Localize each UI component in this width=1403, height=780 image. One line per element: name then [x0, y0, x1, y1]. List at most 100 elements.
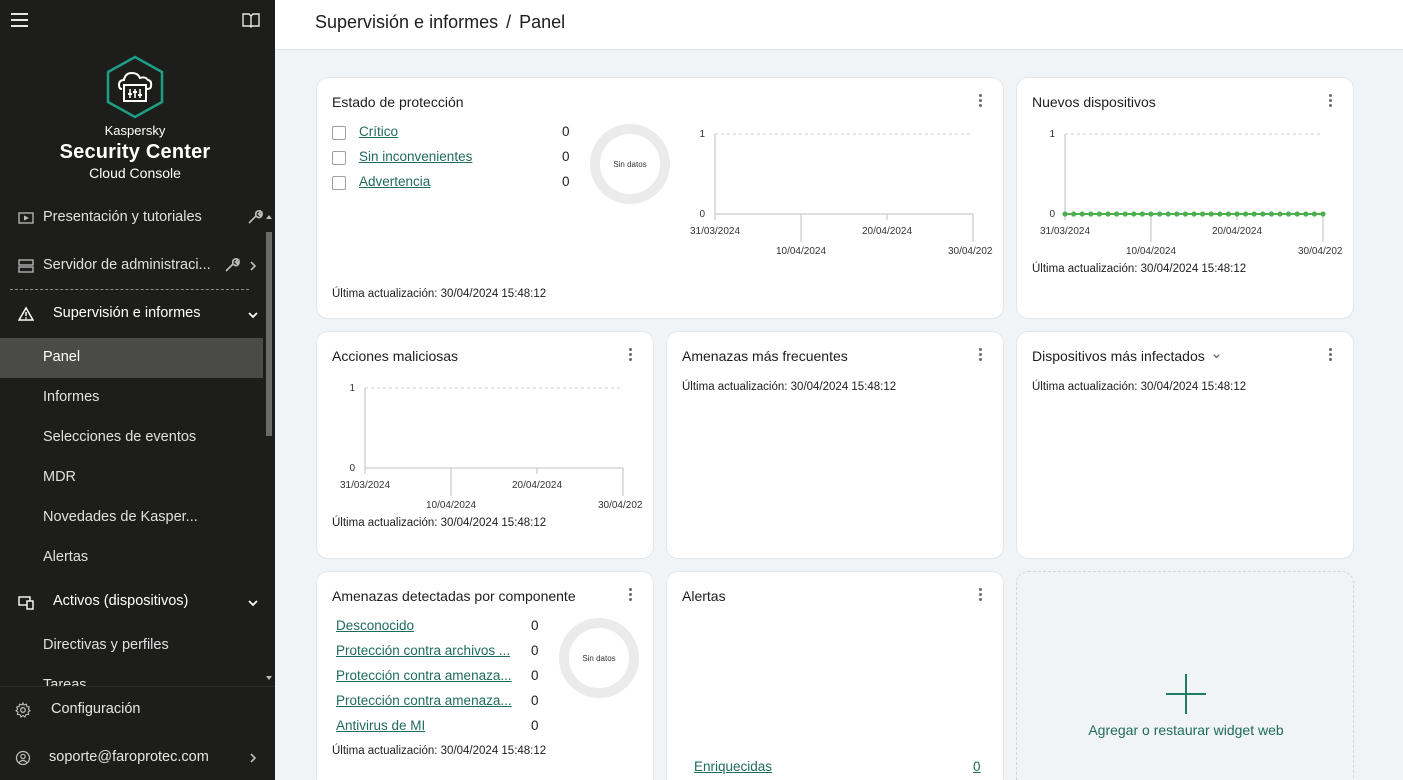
sidebar-item-tutorials[interactable]: Presentación y tutoriales	[0, 200, 263, 238]
sidebar-item-admin-server[interactable]: Servidor de administraci...	[0, 246, 263, 286]
sidebar-scrollbar[interactable]	[263, 212, 275, 686]
component-link[interactable]: Protección contra amenaza...	[336, 693, 512, 708]
protection-donut: Sin datos	[590, 124, 670, 204]
critical-link[interactable]: Crítico	[359, 124, 398, 139]
data-point	[1182, 211, 1188, 217]
more-options-icon[interactable]	[979, 94, 983, 108]
chevron-down-icon[interactable]	[247, 597, 259, 609]
component-count: 0	[531, 618, 539, 633]
widget-title: Nuevos dispositivos	[1032, 94, 1156, 110]
protection-line-chart: 0 1 31/03/2024 10/04/2024 20/04/2024 30/04/20…	[690, 129, 993, 257]
plus-icon-vertical	[1185, 674, 1187, 714]
x-tick-label: 31/03/2024	[340, 480, 390, 491]
breadcrumb-current: Panel	[519, 12, 566, 32]
more-options-icon[interactable]	[629, 348, 633, 362]
ok-checkbox[interactable]	[332, 151, 346, 165]
brand-product: Security Center	[59, 141, 211, 163]
component-link[interactable]: Desconocido	[336, 618, 414, 633]
chevron-right-icon[interactable]	[247, 752, 259, 764]
kaspersky-logo-icon	[106, 55, 164, 119]
sidebar-item-label: Presentación y tutoriales	[43, 209, 202, 225]
sidebar-item-alerts[interactable]: Alertas	[0, 538, 263, 578]
wrench-icon[interactable]	[247, 209, 263, 225]
sidebar-item-reports[interactable]: Informes	[0, 378, 263, 418]
ok-link[interactable]: Sin inconvenientes	[359, 149, 472, 164]
widget-malicious-actions: Acciones maliciosas 0 1 31/03/2024 10/04/20…	[316, 331, 654, 559]
warning-count: 0	[562, 174, 570, 189]
warning-link[interactable]: Advertencia	[359, 174, 430, 189]
sidebar-item-assets[interactable]: Activos (dispositivos)	[0, 582, 263, 622]
sidebar-item-event-selections[interactable]: Selecciones de eventos	[0, 418, 263, 458]
data-point	[1191, 211, 1197, 217]
chevron-right-icon[interactable]	[247, 260, 259, 272]
settings-item[interactable]: Configuración	[0, 690, 275, 730]
breadcrumb-separator: /	[506, 12, 512, 32]
chevron-down-icon[interactable]	[247, 309, 259, 321]
data-point	[1286, 211, 1292, 217]
x-tick-label: 20/04/2024	[512, 480, 562, 491]
add-widget-button[interactable]: Agregar o restaurar widget web	[1016, 571, 1354, 780]
sidebar-item-label: Supervisión e informes	[53, 305, 201, 321]
data-point	[1071, 211, 1077, 217]
x-tick-label: 10/04/2024	[1126, 246, 1176, 257]
sidebar-item-panel[interactable]: Panel	[0, 338, 263, 378]
data-point	[1122, 211, 1128, 217]
nav-divider	[10, 289, 249, 290]
chevron-down-icon[interactable]	[1212, 352, 1221, 361]
sidebar-top	[0, 0, 275, 40]
more-options-icon[interactable]	[979, 588, 983, 602]
sidebar-item-monitoring[interactable]: Supervisión e informes	[0, 294, 263, 334]
breadcrumb-section[interactable]: Supervisión e informes	[315, 12, 498, 32]
warning-checkbox[interactable]	[332, 176, 346, 190]
x-tick-label: 30/04/2024	[598, 500, 643, 511]
brand-company: Kaspersky	[104, 123, 166, 138]
scroll-thumb[interactable]	[266, 232, 272, 436]
sidebar-item-label: Selecciones de eventos	[43, 429, 197, 445]
sidebar-item-policies[interactable]: Directivas y perfiles	[0, 626, 263, 666]
sidebar-item-tasks[interactable]: Tareas	[0, 666, 263, 686]
more-options-icon[interactable]	[629, 588, 633, 602]
wrench-icon[interactable]	[224, 257, 240, 273]
donut-empty-label: Sin datos	[582, 654, 615, 663]
critical-checkbox[interactable]	[332, 126, 346, 140]
widget-new-devices: Nuevos dispositivos 0 1 31/03/2024 10/04/20…	[1016, 77, 1354, 319]
widget-title[interactable]: Dispositivos más infectados	[1032, 348, 1221, 364]
scroll-down-arrow-icon[interactable]	[266, 676, 272, 680]
data-point	[1234, 211, 1240, 217]
data-point	[1320, 211, 1326, 217]
widget-title: Alertas	[682, 588, 726, 604]
data-point	[1243, 211, 1249, 217]
account-item[interactable]: soporte@faroprotec.com	[0, 738, 275, 778]
donut-empty-label: Sin datos	[613, 160, 646, 169]
component-link[interactable]: Protección contra archivos ...	[336, 643, 510, 658]
sidebar-item-news[interactable]: Novedades de Kasper...	[0, 498, 263, 538]
widget-title: Estado de protección	[332, 94, 464, 110]
more-options-icon[interactable]	[1329, 348, 1333, 362]
widget-protection-status: Estado de protección Crítico 0 Sin incon…	[316, 77, 1004, 319]
sidebar-item-label: Alertas	[43, 549, 89, 565]
data-point	[1148, 211, 1154, 217]
y-tick-label: 0	[699, 209, 705, 220]
enriched-count-link[interactable]: 0	[973, 759, 981, 774]
component-link[interactable]: Antivirus de MI	[336, 718, 425, 733]
widget-title: Amenazas detectadas por componente	[332, 588, 576, 604]
book-icon[interactable]	[242, 12, 260, 28]
scroll-up-arrow-icon[interactable]	[266, 215, 272, 219]
hamburger-menu-icon[interactable]	[11, 13, 28, 27]
component-link[interactable]: Protección contra amenaza...	[336, 668, 512, 683]
warning-triangle-icon	[18, 306, 34, 321]
sidebar-item-mdr[interactable]: MDR	[0, 458, 263, 498]
status-row-ok: Sin inconvenientes 0	[332, 149, 572, 169]
data-point	[1294, 211, 1300, 217]
more-options-icon[interactable]	[979, 348, 983, 362]
sidebar-nav: Presentación y tutoriales Servidor de ad…	[0, 200, 263, 686]
last-updated: Última actualización: 30/04/2024 15:48:1…	[332, 288, 547, 300]
last-updated: Última actualización: 30/04/2024 15:48:1…	[332, 517, 547, 529]
widget-title-text: Dispositivos más infectados	[1032, 348, 1205, 364]
sidebar-item-label: Informes	[43, 389, 100, 405]
more-options-icon[interactable]	[1329, 94, 1333, 108]
breadcrumb: Supervisión e informes / Panel	[315, 12, 565, 33]
component-count: 0	[531, 668, 539, 683]
data-point	[1311, 211, 1317, 217]
enriched-link[interactable]: Enriquecidas	[694, 759, 772, 774]
